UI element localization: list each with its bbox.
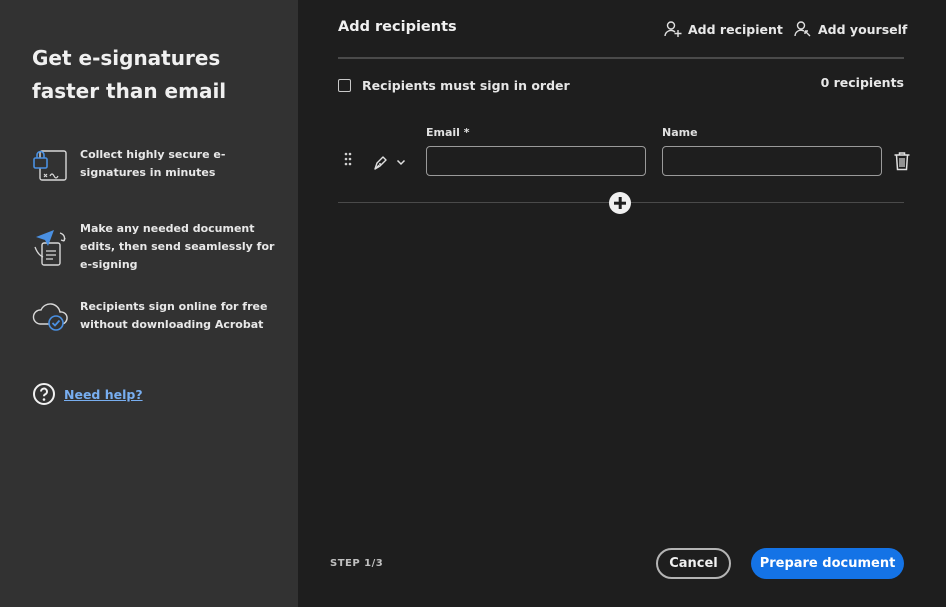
name-field[interactable] [662, 146, 882, 176]
help-row: Need help? [32, 382, 143, 406]
chevron-down-icon [396, 159, 406, 166]
trash-icon[interactable] [893, 151, 911, 171]
prepare-document-button[interactable]: Prepare document [751, 548, 904, 579]
secure-document-icon [33, 150, 67, 181]
sign-in-order-checkbox[interactable] [338, 79, 351, 92]
send-document-icon [34, 230, 66, 266]
cloud-check-icon [32, 303, 68, 331]
user-icon [794, 21, 811, 37]
need-help-link[interactable]: Need help? [64, 387, 143, 402]
feature-item: Recipients sign online for free without … [32, 296, 282, 336]
pen-icon [374, 156, 387, 170]
sign-in-order-option[interactable]: Recipients must sign in order [338, 78, 570, 93]
feature-text: Recipients sign online for free without … [80, 300, 268, 331]
recipient-role-dropdown[interactable] [372, 153, 407, 171]
add-recipient-row-icon[interactable] [609, 192, 631, 214]
recipients-panel: Add recipients Add recipient Add yoursel… [298, 0, 946, 607]
step-indicator: STEP 1/3 [330, 558, 384, 569]
email-label: Email * [426, 126, 470, 139]
recipient-count: 0 recipients [820, 75, 904, 90]
page-title: Add recipients [338, 19, 457, 35]
drag-handle-icon[interactable] [344, 152, 352, 166]
email-field[interactable] [426, 146, 646, 176]
cancel-button[interactable]: Cancel [656, 548, 731, 579]
help-icon[interactable] [32, 382, 56, 406]
feature-text: Make any needed document edits, then sen… [80, 222, 275, 271]
header-divider [338, 57, 904, 59]
add-yourself-label: Add yourself [818, 21, 908, 37]
name-label: Name [662, 126, 698, 139]
sign-in-order-label: Recipients must sign in order [362, 78, 570, 93]
add-recipient-button[interactable]: Add recipient [664, 20, 783, 38]
feature-text: Collect highly secure e-signatures in mi… [80, 148, 226, 179]
panel-heading: Get e-signatures faster than email [32, 46, 227, 103]
add-recipient-label: Add recipient [688, 21, 783, 37]
info-panel: Get e-signatures faster than email Colle… [0, 0, 298, 607]
feature-item: Collect highly secure e-signatures in mi… [32, 144, 282, 184]
add-user-icon [664, 21, 682, 37]
add-yourself-button[interactable]: Add yourself [794, 20, 907, 38]
feature-item: Make any needed document edits, then sen… [32, 220, 282, 274]
